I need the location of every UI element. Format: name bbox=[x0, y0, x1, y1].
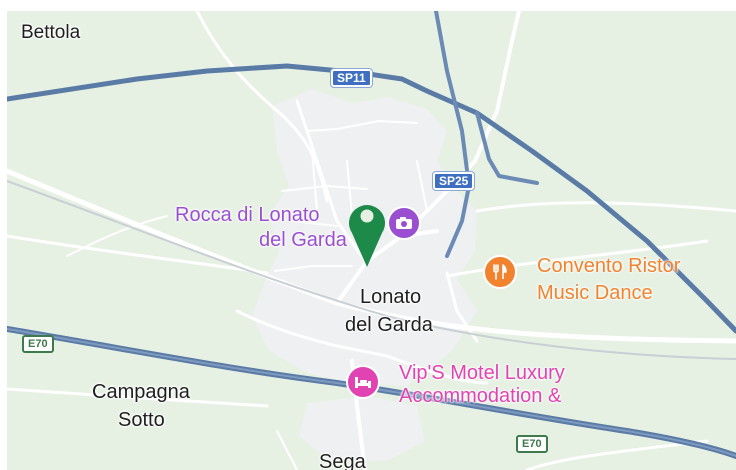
road-shield-sp25: SP25 bbox=[433, 172, 475, 190]
poi-label-rocca-line1[interactable]: Rocca di Lonato bbox=[175, 205, 320, 225]
place-label-lonato-line2: del Garda bbox=[345, 314, 433, 336]
map-canvas[interactable]: Bettola Lonato del Garda Campagna Sotto … bbox=[7, 11, 736, 470]
road-shield-sp11: SP11 bbox=[331, 69, 372, 87]
poi-label-vips-line1[interactable]: Vip'S Motel Luxury bbox=[399, 363, 565, 383]
map-view[interactable]: Bettola Lonato del Garda Campagna Sotto … bbox=[0, 0, 736, 470]
poi-label-convento-line1[interactable]: Convento Ristor bbox=[537, 256, 680, 276]
place-label-campagna-line1: Campagna bbox=[92, 381, 190, 403]
camera-icon[interactable] bbox=[387, 206, 421, 240]
place-label-sega: Sega bbox=[319, 451, 366, 470]
poi-label-rocca-line2[interactable]: del Garda bbox=[259, 230, 347, 250]
place-label-lonato-line1: Lonato bbox=[360, 286, 422, 308]
road-shield-e70-south: E70 bbox=[516, 435, 548, 453]
poi-label-convento-line2[interactable]: Music Dance bbox=[537, 283, 653, 303]
place-label-bettola: Bettola bbox=[21, 22, 81, 43]
road-shield-e70-west: E70 bbox=[22, 335, 54, 353]
bed-icon[interactable] bbox=[346, 365, 380, 399]
poi-label-vips-line2[interactable]: Accommodation & bbox=[399, 386, 561, 406]
place-label-campagna-line2: Sotto bbox=[118, 409, 165, 431]
fork-knife-icon[interactable] bbox=[483, 255, 517, 289]
